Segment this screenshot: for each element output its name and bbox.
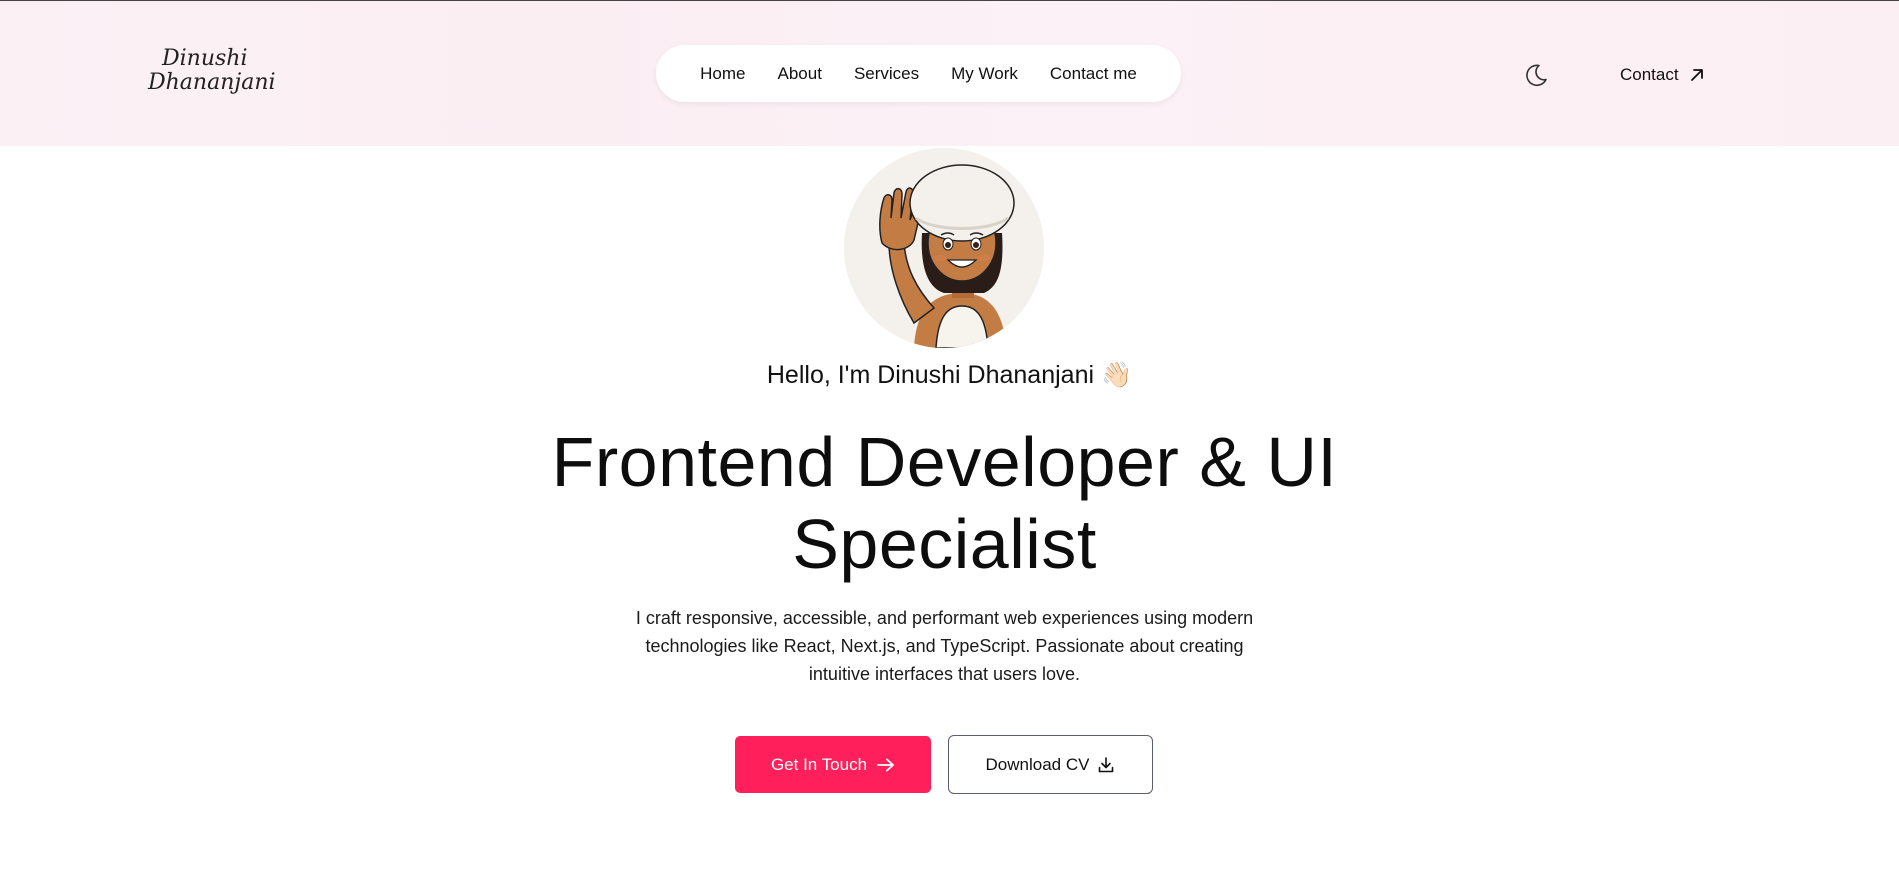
hero-headline-line1: Frontend Developer & UI	[551, 423, 1338, 501]
portfolio-page: Dinushi Dhananjani Home About Services M…	[0, 0, 1899, 874]
profile-avatar	[844, 148, 1044, 348]
header-contact-label: Contact	[1620, 65, 1679, 84]
nav-item-about[interactable]: About	[778, 64, 822, 84]
download-icon	[1099, 756, 1114, 772]
nav-item-home[interactable]: Home	[700, 64, 745, 84]
get-in-touch-label: Get In Touch	[770, 754, 868, 774]
nav-item-contact-me[interactable]: Contact me	[1050, 64, 1137, 84]
brand-logo-line2: Dhananjani	[148, 70, 276, 95]
brand-logo-line1: Dinushi	[162, 46, 248, 71]
site-header: Dinushi Dhananjani Home About Services M…	[0, 1, 1899, 146]
main-nav: Home About Services My Work Contact me	[656, 45, 1181, 102]
brand-logo[interactable]: Dinushi Dhananjani	[148, 46, 276, 95]
theme-toggle-button[interactable]	[1522, 61, 1550, 89]
hero-headline-line2: Specialist	[792, 505, 1097, 583]
hero-headline: Frontend Developer & UI Specialist	[500, 421, 1389, 585]
arrow-right-icon	[877, 758, 894, 771]
hero-greeting: Hello, I'm Dinushi Dhananjani 👋🏻	[766, 361, 1133, 389]
nav-item-services[interactable]: Services	[854, 64, 919, 84]
hero-intro: I craft responsive, accessible, and perf…	[635, 608, 1254, 684]
header-contact-button[interactable]: Contact	[1620, 63, 1705, 87]
arrow-up-right-icon	[1690, 69, 1703, 81]
download-cv-label: Download CV	[985, 754, 1090, 774]
nav-item-my-work[interactable]: My Work	[951, 64, 1018, 84]
moon-icon	[1526, 64, 1547, 87]
waving-avatar-illustration	[844, 148, 1044, 348]
get-in-touch-button[interactable]: Get In Touch	[735, 736, 931, 793]
download-cv-button[interactable]: Download CV	[948, 735, 1153, 794]
